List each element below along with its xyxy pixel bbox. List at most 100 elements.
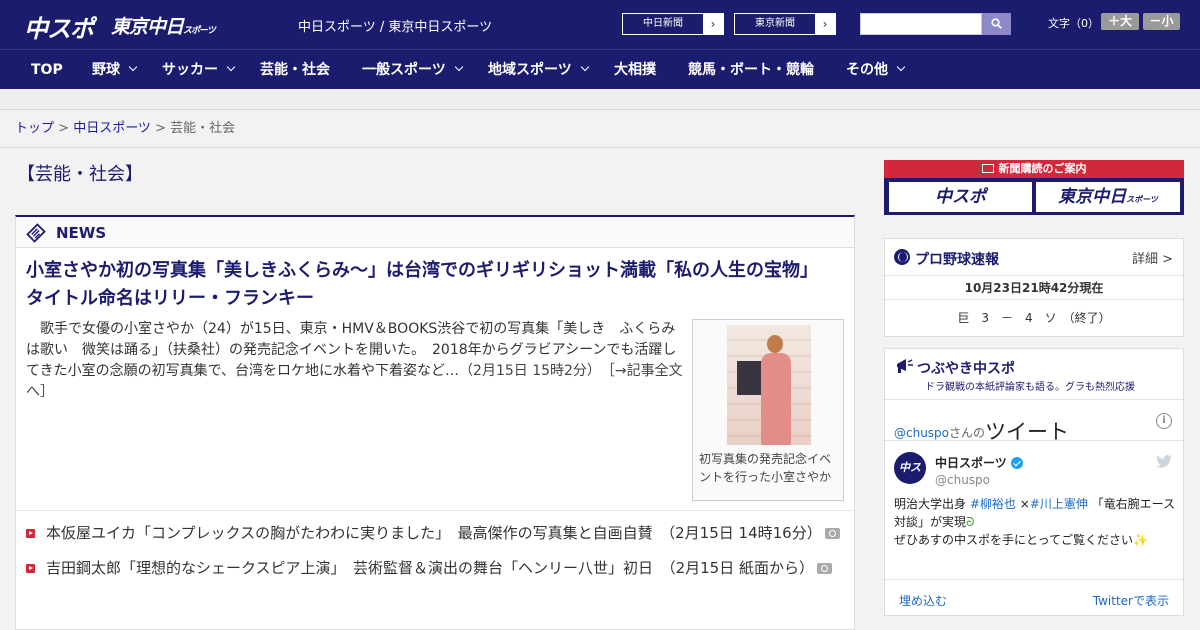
nav-other[interactable]: その他 bbox=[846, 50, 906, 90]
tweets-header: @chuspoさんのツイート i bbox=[885, 399, 1183, 444]
tweets-handle-link[interactable]: @chuspo bbox=[894, 426, 949, 440]
tokyo-shimbun-label: 東京新聞 bbox=[755, 18, 795, 29]
search-input[interactable] bbox=[860, 13, 982, 35]
camera-icon bbox=[824, 528, 840, 539]
tokyo-shimbun-link[interactable]: 東京新聞 › bbox=[734, 13, 836, 35]
baseball-score[interactable]: 巨 3 － 4 ソ （終了） bbox=[885, 309, 1183, 326]
chunichi-shimbun-link[interactable]: 中日新聞 › bbox=[622, 13, 724, 35]
news-list: 本仮屋ユイカ「コンプレックスの胸がたわわに実りました」 最高傑作の写真集と自画自… bbox=[26, 523, 846, 593]
chuspo-logo[interactable]: 中スポ bbox=[24, 9, 94, 44]
nav-baseball[interactable]: 野球 bbox=[92, 50, 138, 90]
chevron-down-icon bbox=[454, 62, 463, 72]
chevron-down-icon bbox=[226, 62, 236, 72]
nav-top[interactable]: TOP bbox=[31, 50, 63, 90]
embed-link[interactable]: 埋め込む bbox=[899, 592, 947, 609]
chunichi-shimbun-label: 中日新聞 bbox=[643, 18, 683, 29]
dragon-emoji-icon: ᘐ bbox=[966, 515, 975, 529]
nav-sumo[interactable]: 大相撲 bbox=[614, 50, 656, 90]
site-names: 中日スポーツ / 東京中日スポーツ bbox=[298, 20, 493, 35]
list-item-title[interactable]: 本仮屋ユイカ「コンプレックスの胸がたわわに実りました」 最高傑作の写真集と自画自… bbox=[46, 524, 653, 542]
chevron-right-icon: › bbox=[815, 14, 835, 34]
photo-caption: 初写真集の発売記念イベントを行った小室さやか bbox=[699, 452, 832, 484]
list-item-title[interactable]: 吉田鋼太郎「理想的なシェークスピア上演」 芸術監督＆演出の舞台「ヘンリー八世」初… bbox=[46, 559, 653, 577]
megaphone-icon bbox=[897, 359, 913, 373]
chevron-down-icon bbox=[896, 62, 906, 72]
tweets-handle-line: @chuspoさんのツイート bbox=[894, 414, 1069, 444]
list-item[interactable]: 吉田鋼太郎「理想的なシェークスピア上演」 芸術監督＆演出の舞台「ヘンリー八世」初… bbox=[26, 558, 846, 579]
list-item[interactable]: 本仮屋ユイカ「コンプレックスの胸がたわわに実りました」 最高傑作の写真集と自画自… bbox=[26, 523, 846, 544]
tweets-subtitle: ドラ観戦の本紙評論家も語る。グラも熱烈応援 bbox=[925, 382, 1135, 393]
tweet-author-name[interactable]: 中日スポーツ bbox=[935, 454, 1023, 471]
search-button[interactable] bbox=[982, 13, 1011, 35]
main-headline-link[interactable]: 小室さやか初の写真集「美しきふくらみ～」は台湾でのギリギリショット満載「私の人生… bbox=[26, 257, 841, 313]
chevron-down-icon bbox=[580, 62, 589, 72]
breadcrumb-separator: > bbox=[54, 121, 74, 136]
tweets-title: つぶやき中スポ bbox=[917, 361, 1015, 377]
view-on-twitter-link[interactable]: Twitterで表示 bbox=[1093, 592, 1169, 609]
hashtag-link[interactable]: #川上憲伸 bbox=[1030, 497, 1088, 511]
breadcrumb-separator: > bbox=[150, 121, 171, 136]
tokyo-logo-text: 東京中日 bbox=[111, 16, 184, 38]
font-size-label: 文字（0） bbox=[1048, 17, 1099, 30]
main-photo-box[interactable]: 初写真集の発売記念イベントを行った小室さやか bbox=[692, 319, 844, 501]
photo-book bbox=[737, 361, 763, 395]
subscribe-tokyo-button[interactable]: 東京中日スポーツ bbox=[1036, 182, 1180, 212]
nav-label: 一般スポーツ bbox=[362, 62, 446, 78]
subscribe-label-text: 新聞購読のご案内 bbox=[998, 162, 1087, 175]
breadcrumb-current: 芸能・社会 bbox=[170, 121, 236, 136]
subscribe-tokyo-small: スポーツ bbox=[1126, 195, 1158, 204]
twitter-box: つぶやき中スポ ドラ観戦の本紙評論家も語る。グラも熱烈応援 @chuspoさんの… bbox=[884, 348, 1184, 616]
tweet-author-name-text: 中日スポーツ bbox=[935, 456, 1007, 470]
newspaper-small-icon bbox=[981, 164, 994, 173]
nav-label: TOP bbox=[31, 62, 63, 78]
tokyo-logo-small: スポーツ bbox=[183, 26, 216, 36]
nav-label: その他 bbox=[846, 62, 888, 78]
tweet-author-handle[interactable]: @chuspo bbox=[935, 473, 990, 487]
tokyo-chunichi-logo[interactable]: 東京中日スポーツ bbox=[111, 12, 216, 39]
nav-label: 野球 bbox=[92, 62, 120, 78]
news-header: NEWS bbox=[16, 217, 854, 248]
photo-figure bbox=[761, 353, 791, 445]
avatar[interactable]: 中スポ bbox=[894, 452, 926, 506]
tweets-word: ツイート bbox=[985, 420, 1070, 444]
baseball-score-box: プロ野球速報 詳細 > 10月23日21時42分現在 巨 3 － 4 ソ （終了… bbox=[884, 238, 1184, 337]
sparkle-emoji-icon: ✨ bbox=[1133, 533, 1148, 547]
baseball-detail-link[interactable]: 詳細 > bbox=[1132, 248, 1173, 267]
lead-date: （2月15日 15時2分） bbox=[459, 363, 594, 379]
hashtag-link[interactable]: #柳裕也 bbox=[970, 497, 1016, 511]
chevron-down-icon bbox=[128, 62, 138, 72]
search-icon bbox=[991, 18, 1002, 29]
nav-general-sports[interactable]: 一般スポーツ bbox=[362, 50, 463, 90]
news-section-label: NEWS bbox=[56, 224, 107, 242]
tweets-footer: 埋め込む Twitterで表示 bbox=[885, 579, 1183, 616]
main-photo[interactable] bbox=[727, 325, 811, 445]
font-smaller-button[interactable]: －小 bbox=[1143, 13, 1180, 30]
breadcrumb-chuspo[interactable]: 中日スポーツ bbox=[73, 121, 151, 136]
camera-icon bbox=[816, 563, 832, 574]
tweet-text: 明治大学出身 #柳裕也 ×#川上憲伸 「竜右腕エース対談」が実現ᘐ ぜひあすの中… bbox=[894, 495, 1176, 549]
nav-local-sports[interactable]: 地域スポーツ bbox=[488, 50, 589, 90]
tweets-san: さんの bbox=[949, 426, 986, 440]
newspaper-icon bbox=[26, 223, 46, 243]
top-header: 中スポ 東京中日スポーツ 中日スポーツ / 東京中日スポーツ 中日新聞 › 東京新… bbox=[0, 0, 1200, 49]
sub-bar bbox=[0, 89, 1200, 110]
tweet-text-part: 明治大学出身 bbox=[894, 497, 970, 511]
tweet-text-part: × bbox=[1015, 497, 1030, 511]
play-bullet-icon bbox=[26, 564, 35, 573]
nav-label: 芸能・社会 bbox=[260, 62, 330, 78]
nav-entertainment[interactable]: 芸能・社会 bbox=[260, 50, 330, 90]
tweet-text-part: ぜひあすの中スポを手にとってご覧ください bbox=[894, 533, 1134, 547]
subscribe-chuspo-button[interactable]: 中スポ bbox=[889, 182, 1032, 212]
baseball-icon bbox=[894, 249, 910, 265]
list-item-date: （2月15日 紙面から） bbox=[668, 559, 814, 577]
nav-label: サッカー bbox=[162, 62, 218, 78]
font-bigger-button[interactable]: ＋大 bbox=[1101, 13, 1139, 30]
info-icon[interactable]: i bbox=[1156, 413, 1172, 429]
play-bullet-icon bbox=[26, 529, 35, 538]
main-nav: TOP 野球 サッカー 芸能・社会 一般スポーツ 地域スポーツ 大相撲 競馬・ボ… bbox=[0, 49, 1200, 89]
nav-soccer[interactable]: サッカー bbox=[162, 50, 236, 90]
nav-racing[interactable]: 競馬・ボート・競輪 bbox=[688, 50, 814, 90]
breadcrumb-top[interactable]: トップ bbox=[15, 121, 54, 136]
subscribe-tokyo-text: 東京中日 bbox=[1058, 187, 1127, 207]
twitter-bird-icon[interactable] bbox=[1156, 455, 1172, 468]
